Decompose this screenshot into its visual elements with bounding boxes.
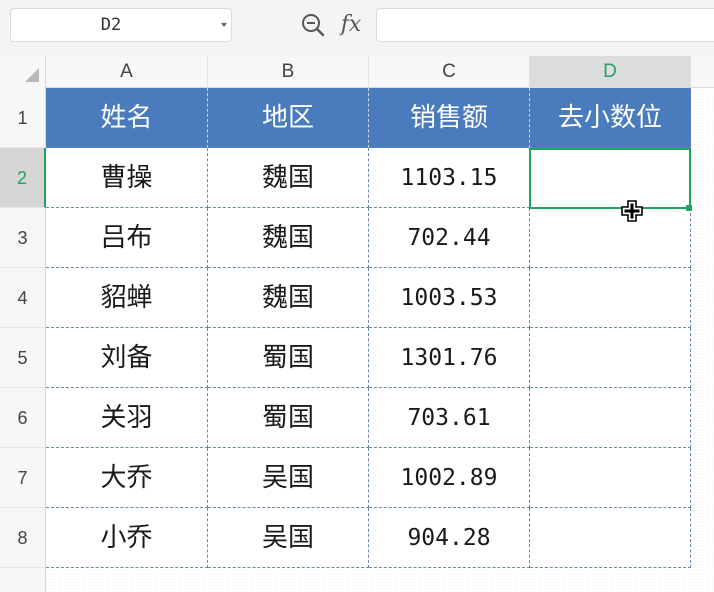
select-all-icon bbox=[25, 68, 39, 82]
sheet-grid: A B C D 1 2 3 4 5 6 7 8 姓名 地区 销售额 去小数位 曹… bbox=[0, 56, 714, 592]
table-cell[interactable]: 吕布 bbox=[46, 208, 208, 268]
column-header-a[interactable]: A bbox=[46, 56, 208, 88]
table-cell[interactable]: 703.61 bbox=[369, 388, 530, 448]
table-cell[interactable]: 蜀国 bbox=[208, 388, 369, 448]
table-cell[interactable]: 魏国 bbox=[208, 268, 369, 328]
row-header-6[interactable]: 6 bbox=[0, 388, 46, 448]
row-header-9[interactable] bbox=[0, 568, 46, 592]
table-cell[interactable]: 904.28 bbox=[369, 508, 530, 568]
table-cell[interactable]: 曹操 bbox=[46, 148, 208, 208]
table-cell[interactable]: 1003.53 bbox=[369, 268, 530, 328]
insert-function-button[interactable]: fx bbox=[336, 10, 366, 40]
row-header-7[interactable]: 7 bbox=[0, 448, 46, 508]
chevron-down-icon[interactable] bbox=[221, 23, 227, 27]
table-cell[interactable] bbox=[530, 388, 691, 448]
column-header-b[interactable]: B bbox=[208, 56, 369, 88]
table-cell[interactable]: 小乔 bbox=[46, 508, 208, 568]
table-cell[interactable] bbox=[530, 508, 691, 568]
table-cell[interactable]: 魏国 bbox=[208, 148, 369, 208]
spreadsheet-window: D2 fx A B C D 1 2 3 4 5 6 7 8 姓名 地区 销售额 … bbox=[0, 0, 714, 592]
table-cell[interactable]: 刘备 bbox=[46, 328, 208, 388]
header-cell-sales[interactable]: 销售额 bbox=[369, 88, 530, 148]
select-all-corner[interactable] bbox=[0, 56, 46, 88]
table-cell[interactable] bbox=[530, 268, 691, 328]
name-box-value: D2 bbox=[100, 15, 122, 35]
table-cell[interactable] bbox=[530, 208, 691, 268]
table-cell[interactable] bbox=[530, 328, 691, 388]
header-cell-name[interactable]: 姓名 bbox=[46, 88, 208, 148]
table-cell[interactable]: 吴国 bbox=[208, 448, 369, 508]
name-box[interactable]: D2 bbox=[10, 8, 232, 42]
zoom-out-icon[interactable] bbox=[298, 10, 328, 40]
table-cell[interactable]: 1002.89 bbox=[369, 448, 530, 508]
table-cell[interactable]: 大乔 bbox=[46, 448, 208, 508]
table-cell[interactable]: 貂蝉 bbox=[46, 268, 208, 328]
table-cell[interactable]: 吴国 bbox=[208, 508, 369, 568]
formula-bar: D2 fx bbox=[0, 0, 714, 56]
table-cell[interactable]: 1103.15 bbox=[369, 148, 530, 208]
row-header-2[interactable]: 2 bbox=[0, 148, 46, 208]
cross-cursor-icon bbox=[621, 200, 643, 222]
column-header-d[interactable]: D bbox=[530, 56, 691, 88]
row-header-3[interactable]: 3 bbox=[0, 208, 46, 268]
row-header-8[interactable]: 8 bbox=[0, 508, 46, 568]
fill-handle[interactable] bbox=[686, 205, 692, 211]
header-cell-round[interactable]: 去小数位 bbox=[530, 88, 691, 148]
table-cell[interactable]: 关羽 bbox=[46, 388, 208, 448]
header-cell-region[interactable]: 地区 bbox=[208, 88, 369, 148]
formula-input[interactable] bbox=[376, 8, 714, 42]
table-cell[interactable] bbox=[530, 448, 691, 508]
table-cell[interactable]: 702.44 bbox=[369, 208, 530, 268]
row-header-5[interactable]: 5 bbox=[0, 328, 46, 388]
row-header-4[interactable]: 4 bbox=[0, 268, 46, 328]
column-header-c[interactable]: C bbox=[369, 56, 530, 88]
selected-cell-outline[interactable] bbox=[529, 148, 691, 209]
table-cell[interactable]: 蜀国 bbox=[208, 328, 369, 388]
table-cell[interactable]: 1301.76 bbox=[369, 328, 530, 388]
table-cell[interactable]: 魏国 bbox=[208, 208, 369, 268]
row-header-1[interactable]: 1 bbox=[0, 88, 46, 148]
column-header-row: A B C D bbox=[0, 56, 714, 88]
